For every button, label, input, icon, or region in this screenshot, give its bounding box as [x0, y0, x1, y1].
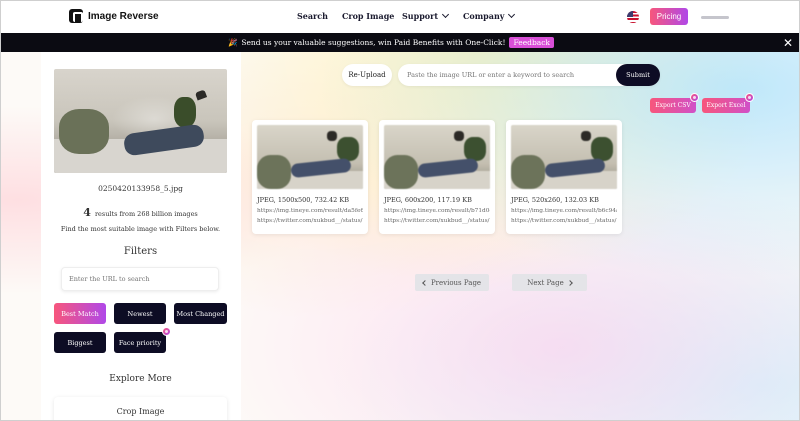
- premium-badge-icon: [690, 93, 699, 102]
- us-flag-icon[interactable]: [627, 11, 639, 23]
- export-csv-button[interactable]: Export CSV: [650, 98, 696, 113]
- explore-more-title: Explore More: [109, 374, 172, 384]
- result-source-link[interactable]: https://twitter.com/xukbud__/status/133.…: [511, 218, 617, 224]
- chevron-down-icon: [441, 10, 450, 19]
- filters-title: Filters: [123, 246, 158, 257]
- app-frame: Image Reverse Search Crop Image Support …: [0, 0, 800, 421]
- nav-crop-image-label: Crop Image: [342, 11, 395, 21]
- previous-page-button[interactable]: Previous Page: [415, 274, 489, 291]
- premium-badge-icon: [745, 93, 754, 102]
- result-meta: JPEG, 1500x500, 732.42 KB: [257, 196, 350, 204]
- result-card[interactable]: JPEG, 1500x500, 732.42 KB https://img.ti…: [252, 120, 368, 234]
- result-thumbnail[interactable]: [511, 125, 617, 189]
- result-thumbnail[interactable]: [384, 125, 490, 189]
- feedback-button[interactable]: Feedback: [509, 37, 554, 48]
- top-header: Image Reverse Search Crop Image Support …: [1, 1, 799, 33]
- result-count-text: results from 268 billion images: [94, 210, 198, 218]
- filter-newest[interactable]: Newest: [114, 303, 166, 324]
- result-meta: JPEG, 520x260, 132.03 KB: [511, 196, 599, 204]
- next-page-button[interactable]: Next Page: [512, 274, 587, 291]
- nav-search-label: Search: [297, 11, 328, 21]
- export-excel-button[interactable]: Export Excel: [702, 98, 750, 113]
- party-icon: 🎉: [228, 38, 238, 47]
- nav-company-label: Company: [463, 11, 505, 21]
- chevron-left-icon: [422, 279, 428, 286]
- submit-button[interactable]: Submit: [616, 64, 660, 86]
- filter-best-match[interactable]: Best Match: [54, 303, 106, 324]
- filter-face-priority[interactable]: Face priority: [114, 332, 166, 353]
- results-summary: 4 results from 268 billion images: [54, 206, 227, 219]
- filters-hint: Find the most suitable image with Filter…: [60, 225, 221, 233]
- result-image-link[interactable]: https://img.tineye.com/result/da5fe6b0b.…: [257, 208, 363, 214]
- previous-page-label: Previous Page: [430, 278, 482, 287]
- nav-crop-image[interactable]: Crop Image: [342, 11, 394, 21]
- nav-company[interactable]: Company: [463, 10, 516, 21]
- result-source-link[interactable]: https://twitter.com/xukbud__/status/133.…: [257, 218, 363, 224]
- reupload-button[interactable]: Re-Upload: [342, 64, 392, 86]
- result-meta: JPEG, 600x200, 117.19 KB: [384, 196, 472, 204]
- explore-crop-image[interactable]: Crop Image: [54, 397, 227, 420]
- uploaded-filename: 0250420133958_5.jpg: [98, 184, 183, 193]
- pricing-button[interactable]: Pricing: [650, 8, 688, 25]
- chevron-down-icon: [508, 10, 516, 19]
- banner-text: Send us your valuable suggestions, win P…: [241, 38, 506, 47]
- filter-most-changed[interactable]: Most Changed: [174, 303, 227, 324]
- result-card[interactable]: JPEG, 520x260, 132.03 KB https://img.tin…: [506, 120, 622, 234]
- search-input[interactable]: [407, 64, 617, 86]
- nav-search[interactable]: Search: [297, 11, 328, 21]
- close-icon[interactable]: ✕: [783, 36, 793, 50]
- url-filter-input[interactable]: [61, 267, 219, 291]
- result-image-link[interactable]: https://img.tineye.com/result/b6c94a6ed.…: [511, 208, 617, 214]
- nav-support[interactable]: Support: [402, 10, 450, 21]
- result-image-link[interactable]: https://img.tineye.com/result/b71d0c85..…: [384, 208, 490, 214]
- uploaded-image-preview: [54, 69, 227, 173]
- next-page-label: Next Page: [527, 278, 564, 287]
- user-account[interactable]: [701, 16, 729, 19]
- result-count: 4: [83, 206, 91, 219]
- chevron-right-icon: [566, 279, 573, 286]
- promo-banner: 🎉 Send us your valuable suggestions, win…: [1, 33, 799, 52]
- nav-support-label: Support: [402, 11, 439, 21]
- result-source-link[interactable]: https://twitter.com/xukbud__/status/133.…: [384, 218, 490, 224]
- filter-biggest[interactable]: Biggest: [54, 332, 106, 353]
- premium-badge-icon: [162, 327, 171, 336]
- result-card[interactable]: JPEG, 600x200, 117.19 KB https://img.tin…: [379, 120, 495, 234]
- result-thumbnail[interactable]: [257, 125, 363, 189]
